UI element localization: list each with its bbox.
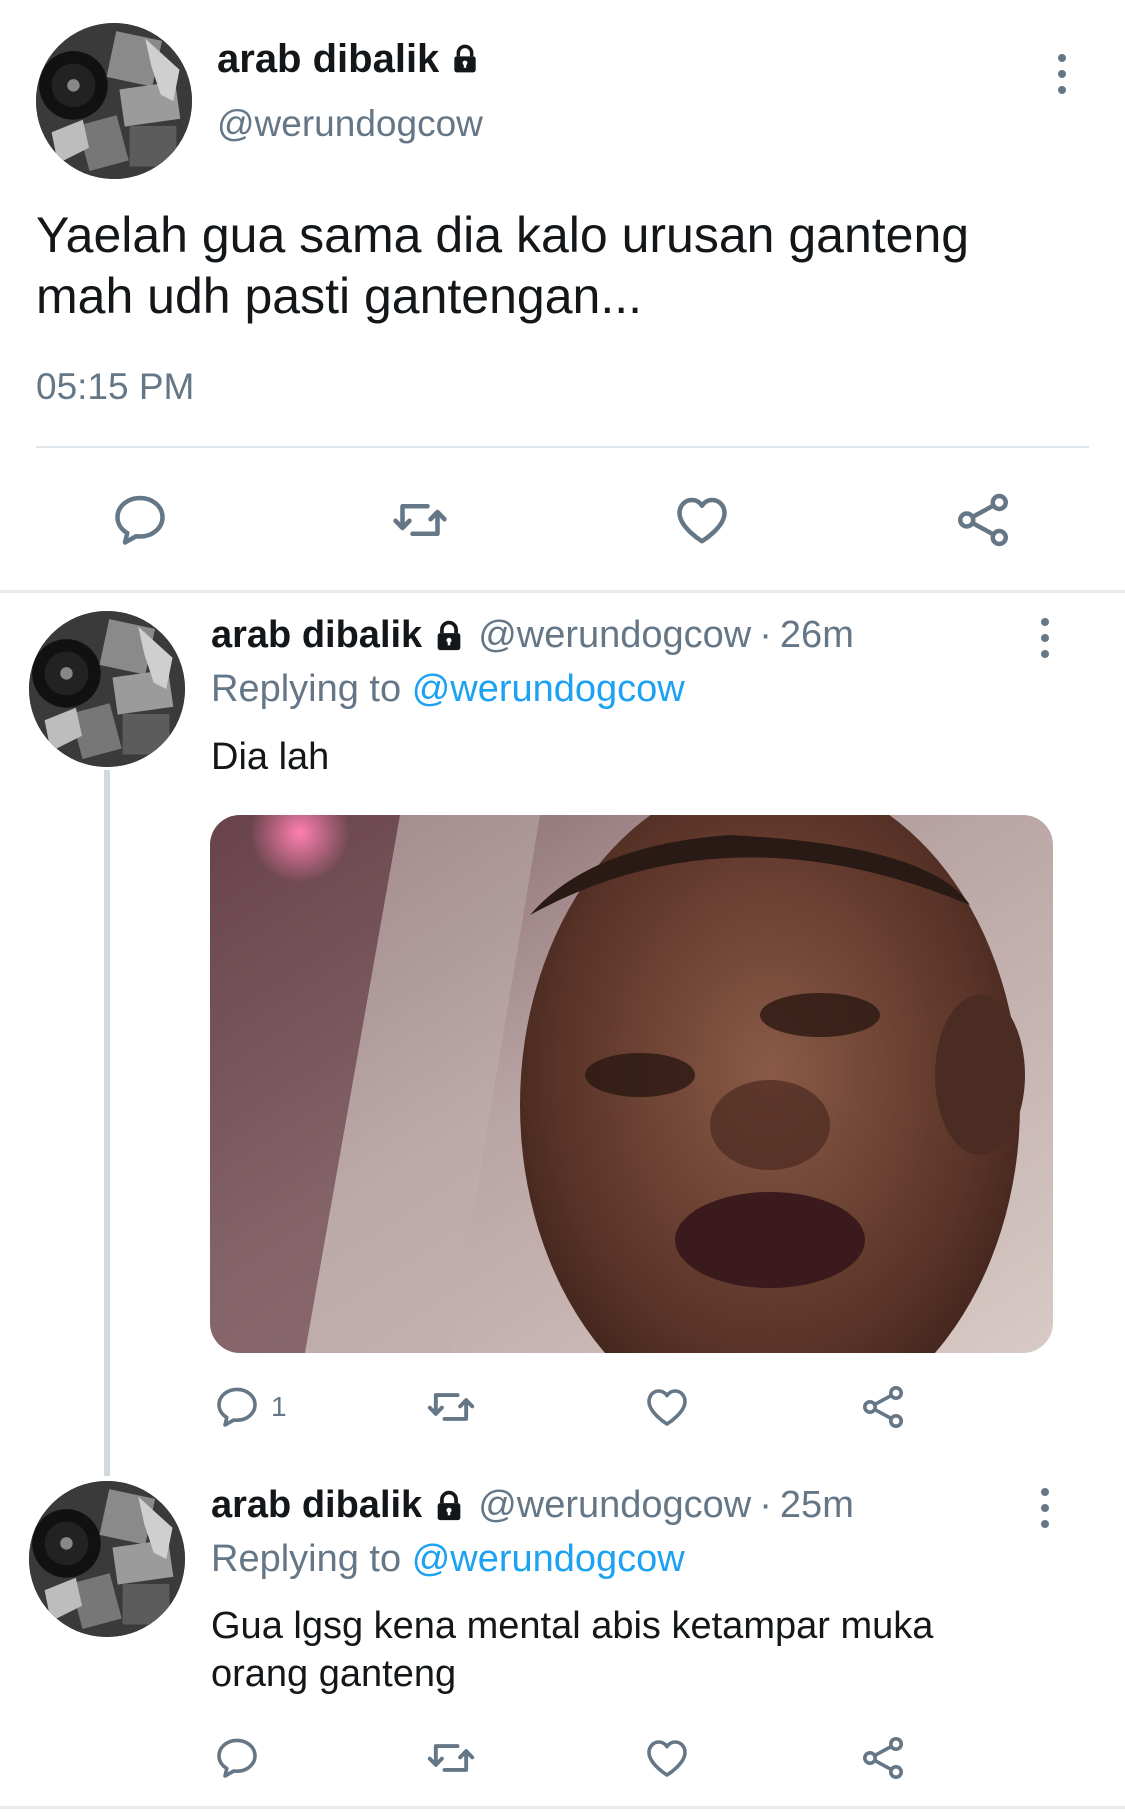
thread-line [104,770,110,1476]
more-icon[interactable] [1047,44,1077,104]
retweet-icon[interactable] [390,490,450,550]
replying-label: Replying to [211,1538,402,1580]
reply-text: Dia lah [211,736,330,778]
author-handle[interactable]: @werundogcow [478,614,751,657]
author-name[interactable]: arab dibalik [211,614,422,657]
reply-icon[interactable] [110,490,170,550]
author-handle[interactable]: @werundogcow [478,1484,751,1527]
mention-link[interactable]: @werundogcow [412,1538,685,1580]
author-handle[interactable]: @werundogcow [217,103,483,145]
share-icon[interactable] [859,1383,907,1431]
more-icon[interactable] [1030,608,1060,668]
separator: · [759,1484,772,1526]
divider [0,1806,1125,1809]
reply-icon[interactable] [213,1383,261,1431]
like-icon[interactable] [672,490,732,550]
author-name-row[interactable]: arab dibalik [217,34,481,84]
section-divider [0,590,1125,593]
share-icon[interactable] [953,490,1013,550]
retweet-icon[interactable] [425,1381,477,1433]
reply-icon[interactable] [213,1734,261,1782]
avatar[interactable] [29,1481,185,1637]
reply-header: arab dibalik @werundogcow · 25m [211,1484,854,1527]
more-icon[interactable] [1030,1478,1060,1538]
retweet-icon[interactable] [425,1732,477,1784]
tweet-photo[interactable] [210,815,1053,1353]
share-icon[interactable] [859,1734,907,1782]
author-name[interactable]: arab dibalik [211,1484,422,1527]
reply-text: Gua lgsg kena mental abis ketampar muka … [211,1605,934,1695]
reply-button[interactable]: 1 [213,1383,287,1431]
like-icon[interactable] [643,1734,691,1782]
replying-to: Replying to @werundogcow [211,668,685,711]
reply-header: arab dibalik @werundogcow · 26m [211,614,854,657]
mention-link[interactable]: @werundogcow [412,668,685,710]
like-icon[interactable] [643,1383,691,1431]
main-tweet: arab dibalik @werundogcow Yaelah gua sam… [0,0,1125,590]
author-name[interactable]: arab dibalik [217,34,439,84]
tweet-text: Yaelah gua sama dia kalo urusan ganteng … [36,207,970,324]
tweet-timestamp[interactable]: 05:15 PM [36,366,194,408]
divider [36,446,1089,448]
replying-to: Replying to @werundogcow [211,1538,685,1581]
lock-icon [432,1489,466,1523]
avatar[interactable] [29,611,185,767]
reply-count: 1 [271,1391,287,1422]
reply-time[interactable]: 26m [780,614,854,657]
reply-time[interactable]: 25m [780,1484,854,1527]
lock-icon [449,43,481,75]
replying-label: Replying to [211,668,402,710]
separator: · [759,614,772,656]
lock-icon [432,619,466,653]
avatar[interactable] [36,23,192,179]
